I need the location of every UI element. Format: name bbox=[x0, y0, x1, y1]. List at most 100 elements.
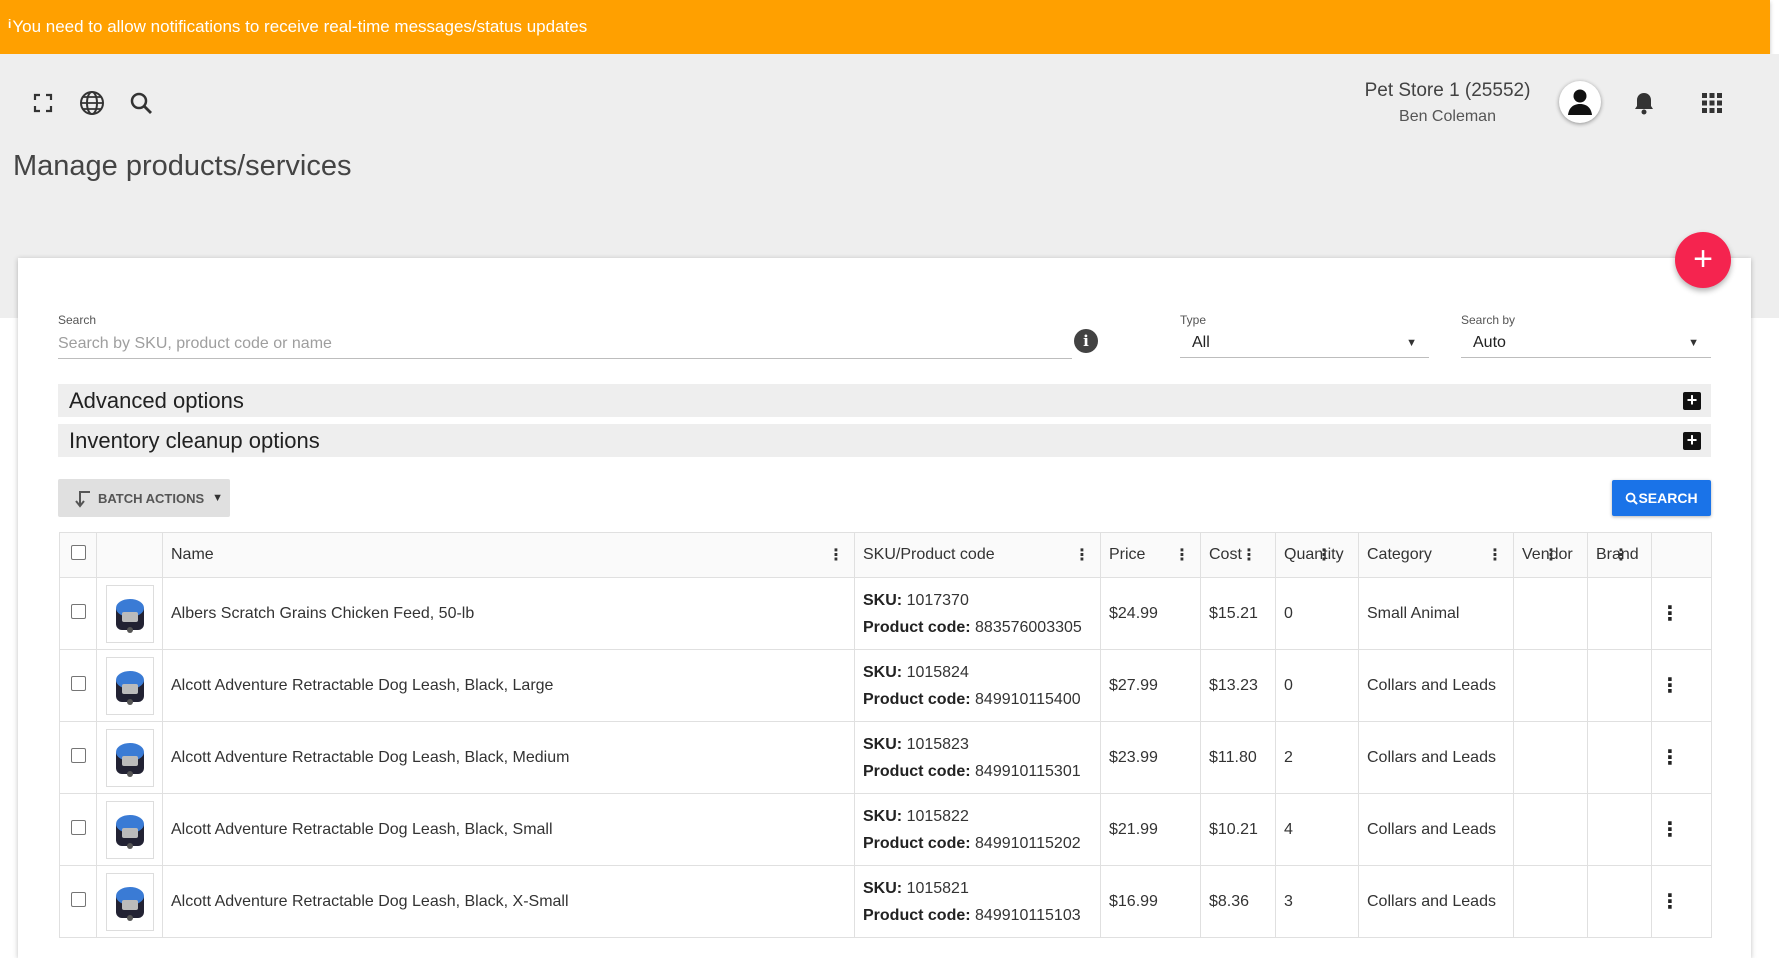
fullscreen-icon[interactable] bbox=[28, 88, 58, 118]
table-row[interactable]: Alcott Adventure Retractable Dog Leash, … bbox=[59, 649, 1712, 722]
caret-down-icon: ▼ bbox=[1688, 336, 1699, 349]
search-input[interactable] bbox=[58, 330, 1072, 359]
column-menu-icon[interactable]: ⋮ bbox=[1543, 545, 1559, 565]
brand-cell bbox=[1587, 793, 1652, 866]
category-cell: Collars and Leads bbox=[1358, 793, 1514, 866]
inventory-cleanup-accordion[interactable]: Inventory cleanup options + bbox=[58, 424, 1711, 457]
price-cell: $16.99 bbox=[1100, 865, 1201, 938]
sku-cell: SKU: 1015821 Product code: 849910115103 bbox=[854, 865, 1101, 938]
info-icon[interactable]: i bbox=[1074, 329, 1098, 353]
row-menu-icon[interactable]: ⋮ bbox=[1651, 649, 1712, 722]
product-code-value: 883576003305 bbox=[975, 618, 1082, 636]
row-checkbox[interactable] bbox=[70, 603, 86, 619]
product-name[interactable]: Alcott Adventure Retractable Dog Leash, … bbox=[162, 865, 855, 938]
expand-plus-icon[interactable]: + bbox=[1683, 431, 1701, 450]
search-by-label: Search by bbox=[1461, 313, 1516, 327]
apps-grid-icon[interactable] bbox=[1697, 88, 1727, 118]
row-menu-icon[interactable]: ⋮ bbox=[1651, 793, 1712, 866]
row-select-cell bbox=[59, 793, 97, 866]
table-row[interactable]: Alcott Adventure Retractable Dog Leash, … bbox=[59, 793, 1712, 866]
column-header-price[interactable]: Price ⋮ bbox=[1100, 532, 1201, 578]
product-code-value: 849910115301 bbox=[975, 762, 1081, 780]
avatar-icon[interactable] bbox=[1559, 81, 1601, 123]
product-thumbnail[interactable] bbox=[105, 656, 154, 715]
products-table: Name ⋮ SKU/Product code ⋮ Price ⋮ Cost ⋮ Qua… bbox=[59, 532, 1712, 938]
column-header-category[interactable]: Category ⋮ bbox=[1358, 532, 1514, 578]
page-title: Manage products/services bbox=[13, 150, 352, 182]
search-icon[interactable] bbox=[126, 88, 156, 118]
product-thumbnail[interactable] bbox=[105, 584, 154, 643]
column-menu-icon[interactable]: ⋮ bbox=[1613, 545, 1629, 565]
expand-plus-icon[interactable]: + bbox=[1683, 391, 1701, 410]
column-menu-icon[interactable]: ⋮ bbox=[1074, 545, 1090, 565]
advanced-options-accordion[interactable]: Advanced options + bbox=[58, 384, 1711, 417]
quantity-cell: 2 bbox=[1275, 721, 1359, 794]
row-menu-icon[interactable]: ⋮ bbox=[1651, 865, 1712, 938]
row-checkbox[interactable] bbox=[70, 819, 86, 835]
type-select[interactable]: All ▼ bbox=[1180, 328, 1429, 358]
table-row[interactable]: Albers Scratch Grains Chicken Feed, 50-l… bbox=[59, 577, 1712, 650]
cost-cell: $10.21 bbox=[1200, 793, 1276, 866]
column-label: Category bbox=[1367, 546, 1432, 563]
column-header-name[interactable]: Name ⋮ bbox=[162, 532, 855, 578]
sku-cell: SKU: 1015822 Product code: 849910115202 bbox=[854, 793, 1101, 866]
column-label: Cost bbox=[1209, 546, 1242, 563]
sku-label: SKU: bbox=[863, 735, 903, 753]
column-header-brand[interactable]: Brand ⋮ bbox=[1587, 532, 1652, 578]
product-image-cell bbox=[96, 649, 163, 722]
product-thumbnail[interactable] bbox=[105, 800, 154, 859]
product-name[interactable]: Albers Scratch Grains Chicken Feed, 50-l… bbox=[162, 577, 855, 650]
add-product-button[interactable]: + bbox=[1675, 232, 1731, 288]
sku-value: 1017370 bbox=[906, 591, 969, 609]
quantity-cell: 3 bbox=[1275, 865, 1359, 938]
column-menu-icon[interactable]: ⋮ bbox=[1241, 545, 1257, 565]
row-checkbox[interactable] bbox=[70, 747, 86, 763]
search-by-select[interactable]: Auto ▼ bbox=[1461, 328, 1711, 358]
product-image-cell bbox=[96, 865, 163, 938]
product-name[interactable]: Alcott Adventure Retractable Dog Leash, … bbox=[162, 721, 855, 794]
sku-cell: SKU: 1015824 Product code: 849910115400 bbox=[854, 649, 1101, 722]
search-button-label: SEARCH bbox=[1638, 490, 1698, 506]
table-row[interactable]: Alcott Adventure Retractable Dog Leash, … bbox=[59, 865, 1712, 938]
vendor-cell bbox=[1513, 721, 1588, 794]
accordion-label: Advanced options bbox=[69, 387, 244, 413]
column-header-quantity[interactable]: Quantity ⋮ bbox=[1275, 532, 1359, 578]
sku-label: SKU: bbox=[863, 879, 903, 897]
product-image-icon bbox=[115, 886, 144, 921]
price-cell: $21.99 bbox=[1100, 793, 1201, 866]
search-label: Search bbox=[58, 313, 97, 327]
column-header-vendor[interactable]: Vendor ⋮ bbox=[1513, 532, 1588, 578]
info-icon: i bbox=[8, 17, 12, 31]
product-thumbnail[interactable] bbox=[105, 728, 154, 787]
price-cell: $24.99 bbox=[1100, 577, 1201, 650]
product-name[interactable]: Alcott Adventure Retractable Dog Leash, … bbox=[162, 649, 855, 722]
globe-icon[interactable] bbox=[77, 88, 107, 118]
search-icon bbox=[1626, 492, 1639, 505]
search-button[interactable]: SEARCH bbox=[1612, 480, 1711, 516]
row-select-cell bbox=[59, 721, 97, 794]
column-menu-icon[interactable]: ⋮ bbox=[828, 545, 844, 565]
product-name[interactable]: Alcott Adventure Retractable Dog Leash, … bbox=[162, 793, 855, 866]
row-menu-icon[interactable]: ⋮ bbox=[1651, 577, 1712, 650]
user-name: Ben Coleman bbox=[1399, 108, 1496, 125]
column-header-cost[interactable]: Cost ⋮ bbox=[1200, 532, 1276, 578]
column-header-sku[interactable]: SKU/Product code ⋮ bbox=[854, 532, 1101, 578]
table-row[interactable]: Alcott Adventure Retractable Dog Leash, … bbox=[59, 721, 1712, 794]
row-checkbox[interactable] bbox=[70, 891, 86, 907]
product-image-cell bbox=[96, 721, 163, 794]
column-menu-icon[interactable]: ⋮ bbox=[1316, 545, 1332, 565]
category-cell: Collars and Leads bbox=[1358, 649, 1514, 722]
column-menu-icon[interactable]: ⋮ bbox=[1174, 545, 1190, 565]
batch-actions-label: BATCH ACTIONS bbox=[98, 490, 205, 506]
batch-actions-button[interactable]: BATCH ACTIONS ▼ bbox=[58, 479, 230, 517]
select-all-checkbox[interactable] bbox=[70, 545, 86, 560]
row-checkbox[interactable] bbox=[70, 675, 86, 691]
row-menu-icon[interactable]: ⋮ bbox=[1651, 721, 1712, 794]
product-thumbnail[interactable] bbox=[105, 872, 154, 931]
product-code-value: 849910115400 bbox=[975, 690, 1081, 708]
actions-column-header bbox=[1651, 532, 1712, 578]
column-menu-icon[interactable]: ⋮ bbox=[1487, 545, 1503, 565]
product-code-label: Product code: bbox=[863, 690, 971, 708]
bell-icon[interactable] bbox=[1629, 88, 1659, 118]
sku-label: SKU: bbox=[863, 807, 903, 825]
